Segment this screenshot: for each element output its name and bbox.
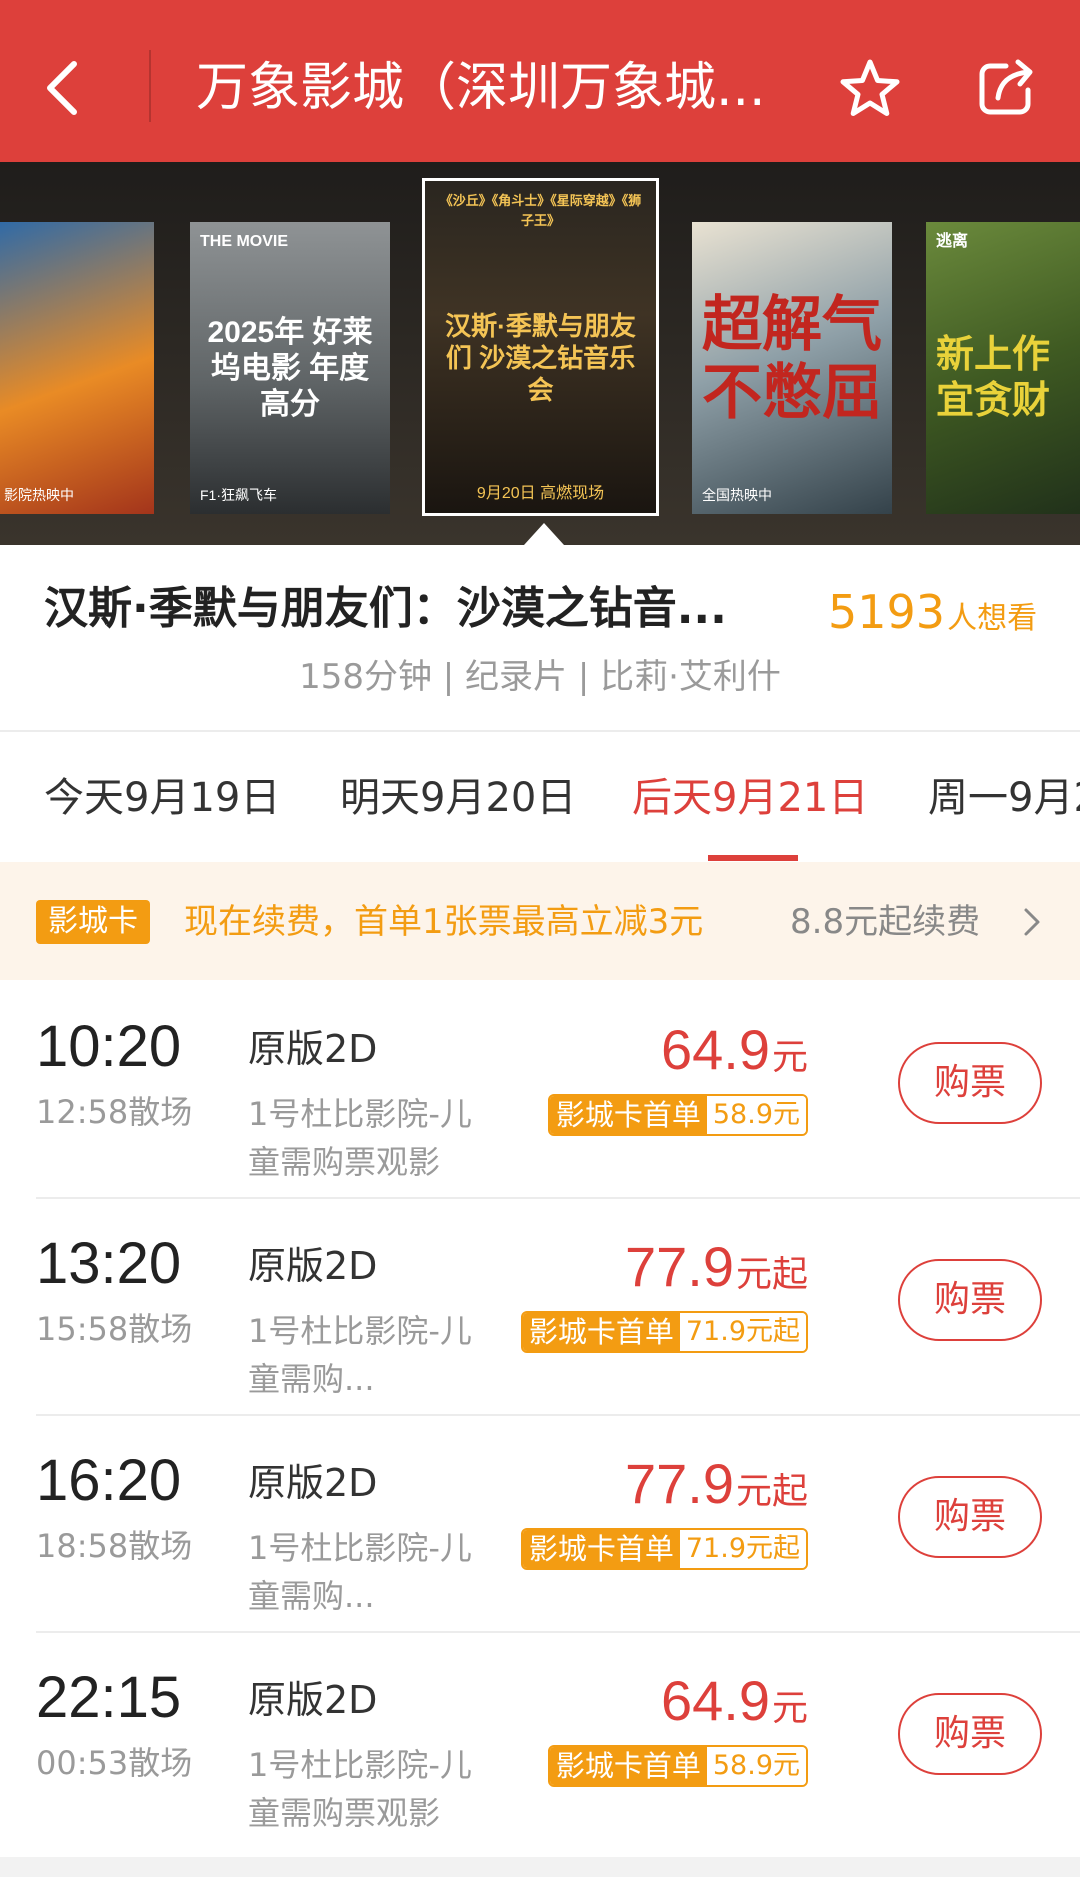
card-price-tag: 影城卡首单 58.9元 xyxy=(547,1094,808,1136)
header-bar: 万象影城（深圳万象城... xyxy=(0,0,1080,162)
price-number: 64.9 xyxy=(660,1669,770,1732)
start-time: 13:20 xyxy=(36,1231,182,1296)
cinema-card-promo[interactable]: 影城卡 现在续费，首单1张票最高立减3元 8.8元起续费 xyxy=(0,862,1080,980)
card-tag-price: 71.9元起 xyxy=(679,1530,806,1568)
back-icon xyxy=(47,61,77,115)
want-to-see-count: 5193 人想看 xyxy=(828,580,1037,644)
end-time: 12:58散场 xyxy=(36,1093,193,1131)
price-unit: 元 xyxy=(771,1037,808,1078)
end-time: 00:53散场 xyxy=(36,1744,193,1782)
card-tag-price: 58.9元 xyxy=(706,1747,806,1785)
poster-title-text: 超解气 不憋屈 xyxy=(702,291,882,426)
buy-ticket-button[interactable]: 购票 xyxy=(898,1693,1042,1775)
card-tag-price: 71.9元起 xyxy=(679,1313,806,1351)
movie-poster[interactable]: 逃离 新上作 宜贪财 xyxy=(926,222,1080,514)
end-time: 18:58散场 xyxy=(36,1527,193,1565)
card-tag-label: 影城卡首单 xyxy=(549,1096,707,1134)
hall-name: 1号杜比影院-儿童需购... xyxy=(248,1312,472,1398)
poster-bottom-text: F1·狂飙飞车 xyxy=(200,487,277,503)
share-icon xyxy=(979,59,1033,115)
card-tag-label: 影城卡首单 xyxy=(522,1530,680,1568)
share-button[interactable] xyxy=(968,50,1044,126)
price-number: 77.9 xyxy=(624,1452,734,1515)
screening-version: 原版2D xyxy=(248,1244,378,1288)
poster-title-text: 2025年 好莱坞电影 年度 高分 xyxy=(207,316,373,421)
showtime-row[interactable]: 10:20 12:58散场 原版2D 1号杜比影院-儿童需购票观影 64.9 元… xyxy=(0,982,1080,1199)
card-price-tag: 影城卡首单 71.9元起 xyxy=(520,1528,808,1570)
ticket-price: 77.9 元起 xyxy=(625,1233,808,1301)
card-tag-label: 影城卡首单 xyxy=(549,1747,707,1785)
poster-carousel[interactable]: 影院热映中 THE MOVIE 2025年 好莱坞电影 年度 高分 F1·狂飙飞… xyxy=(0,162,1080,545)
showtime-row[interactable]: 16:20 18:58散场 原版2D 1号杜比影院-儿童需购... 77.9 元… xyxy=(0,1416,1080,1633)
back-button[interactable] xyxy=(22,46,102,130)
poster-bottom-text: 影院热映中 xyxy=(4,487,74,503)
screening-version: 原版2D xyxy=(248,1678,378,1722)
price-unit: 元 xyxy=(771,1688,808,1729)
end-time: 15:58散场 xyxy=(36,1310,193,1348)
hall-name: 1号杜比影院-儿童需购票观影 xyxy=(248,1095,472,1181)
hall-name: 1号杜比影院-儿童需购... xyxy=(248,1529,472,1615)
price-unit: 元起 xyxy=(735,1254,808,1295)
price-number: 77.9 xyxy=(624,1235,734,1298)
promo-renew-text: 8.8元起续费 xyxy=(790,902,981,942)
bottom-divider xyxy=(0,1857,1080,1877)
ticket-price: 77.9 元起 xyxy=(625,1450,808,1518)
poster-title-text: 汉斯·季默与朋友们 沙漠之钻音乐会 xyxy=(445,311,636,405)
favorite-button[interactable] xyxy=(832,50,908,126)
poster-top-text: THE MOVIE xyxy=(200,233,289,250)
date-tabs: 今天9月19日 明天9月20日 后天9月21日 周一9月22日 xyxy=(0,732,1080,860)
buy-ticket-button[interactable]: 购票 xyxy=(898,1042,1042,1124)
poster-bottom-text: 全国热映中 xyxy=(702,487,772,503)
screening-version: 原版2D xyxy=(248,1027,378,1071)
buy-ticket-button[interactable]: 购票 xyxy=(898,1476,1042,1558)
chevron-right-icon xyxy=(1012,898,1052,946)
poster-top-text: 《沙丘》《角斗士》《星际穿越》《狮子王》 xyxy=(439,193,642,228)
date-tab-today[interactable]: 今天9月19日 xyxy=(44,732,280,860)
price-unit: 元起 xyxy=(735,1471,808,1512)
price-number: 64.9 xyxy=(660,1018,770,1081)
screening-version: 原版2D xyxy=(248,1461,378,1505)
movie-title[interactable]: 汉斯·季默与朋友们：沙漠之钻音... xyxy=(44,574,784,644)
buy-ticket-button[interactable]: 购票 xyxy=(898,1259,1042,1341)
card-price-tag: 影城卡首单 58.9元 xyxy=(547,1745,808,1787)
want-count-label: 人想看 xyxy=(947,601,1038,636)
cinema-card-badge: 影城卡 xyxy=(36,900,150,944)
movie-poster[interactable]: THE MOVIE 2025年 好莱坞电影 年度 高分 F1·狂飙飞车 xyxy=(190,222,390,514)
ticket-price: 64.9 元 xyxy=(661,1667,808,1735)
active-tab-indicator xyxy=(708,855,798,861)
card-price-tag: 影城卡首单 71.9元起 xyxy=(520,1311,808,1353)
date-tab-monday[interactable]: 周一9月22日 xyxy=(928,732,1080,860)
movie-poster[interactable]: 超解气 不憋屈 全国热映中 xyxy=(692,222,892,514)
want-count-number: 5193 xyxy=(828,585,946,639)
start-time: 16:20 xyxy=(36,1448,182,1513)
selected-poster-pointer xyxy=(524,523,564,545)
movie-poster-selected[interactable]: 《沙丘》《角斗士》《星际穿越》《狮子王》 汉斯·季默与朋友们 沙漠之钻音乐会 9… xyxy=(422,178,659,516)
page-title: 万象影城（深圳万象城... xyxy=(196,58,766,118)
hall-name: 1号杜比影院-儿童需购票观影 xyxy=(248,1746,472,1832)
ticket-price: 64.9 元 xyxy=(661,1016,808,1084)
card-tag-price: 58.9元 xyxy=(706,1096,806,1134)
card-tag-label: 影城卡首单 xyxy=(522,1313,680,1351)
movie-meta: 158分钟 | 纪录片 | 比莉·艾利什 xyxy=(299,657,781,697)
promo-text: 现在续费，首单1张票最高立减3元 xyxy=(184,902,704,942)
showtime-row[interactable]: 22:15 00:53散场 原版2D 1号杜比影院-儿童需购票观影 64.9 元… xyxy=(0,1633,1080,1850)
poster-top-text: 逃离 xyxy=(936,233,969,250)
showtime-row[interactable]: 13:20 15:58散场 原版2D 1号杜比影院-儿童需购... 77.9 元… xyxy=(0,1199,1080,1416)
poster-bottom-text: 9月20日 高燃现场 xyxy=(476,485,605,502)
header-divider xyxy=(149,50,151,122)
start-time: 10:20 xyxy=(36,1014,182,1079)
date-tab-day-after[interactable]: 后天9月21日 xyxy=(632,732,868,860)
date-tab-tomorrow[interactable]: 明天9月20日 xyxy=(340,732,576,860)
movie-poster[interactable]: 影院热映中 xyxy=(0,222,154,514)
start-time: 22:15 xyxy=(36,1665,182,1730)
poster-title-text: 新上作 宜贪财 xyxy=(936,334,1051,422)
star-icon xyxy=(840,59,900,116)
